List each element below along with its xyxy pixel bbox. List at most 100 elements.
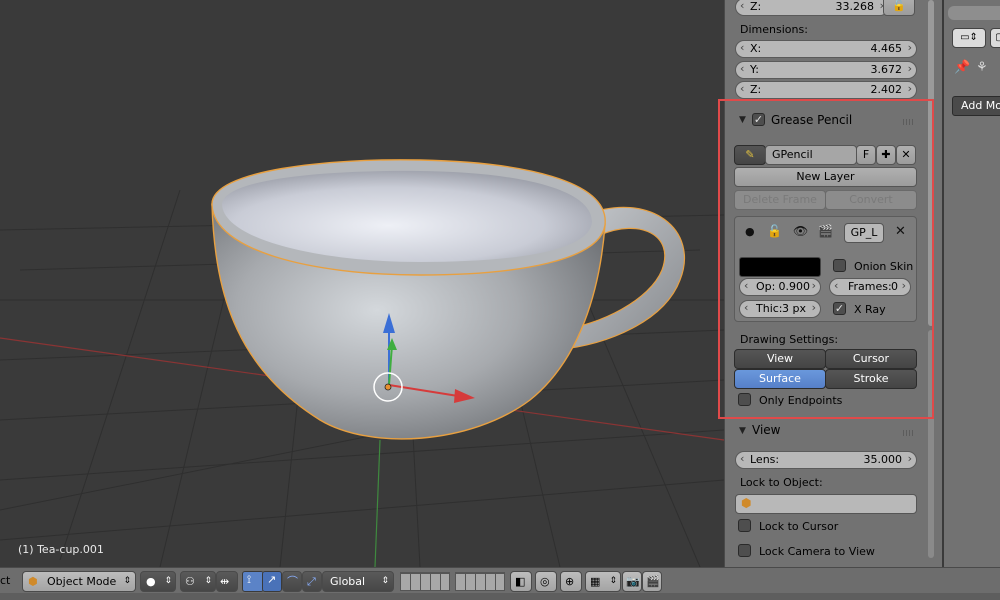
view-collapse-triangle-icon[interactable]: ▼ <box>739 426 746 436</box>
clapboard-icon: 🎬 <box>646 575 660 588</box>
only-endpoints-checkbox[interactable] <box>738 393 751 406</box>
layer-lock-button[interactable]: ◧ <box>510 571 532 592</box>
arrow-icon: ↗ <box>267 573 277 586</box>
shading-dropdown[interactable]: ● ⇕ <box>140 571 176 592</box>
snap-toggle-button[interactable]: ⊕ <box>560 571 582 592</box>
mode-dropdown[interactable]: ⬢ Object Mode ⇕ <box>22 571 136 592</box>
gpencil-name-field[interactable]: GPencil <box>765 145 857 165</box>
opacity-field[interactable]: Op: 0.900 <box>739 278 821 296</box>
lock-to-cursor-checkbox[interactable] <box>738 519 751 532</box>
dropdown-arrows-icon: ⇕ <box>164 576 172 586</box>
sliver-header-bar[interactable] <box>948 6 1000 20</box>
dimension-y-field[interactable]: Y: 3.672 <box>735 61 917 79</box>
panel-grip-icon[interactable] <box>903 119 915 125</box>
layer-grid-1[interactable] <box>400 572 450 591</box>
y-axis-line <box>374 439 381 567</box>
layer-grid-2[interactable] <box>455 572 505 591</box>
onion-skin-label: Onion Skin <box>854 260 914 273</box>
render-camera-button[interactable]: 📷 <box>622 571 642 592</box>
location-z-field[interactable]: Z: 33.268 <box>735 0 889 16</box>
dropdown-arrows-icon: ⇕ <box>381 576 389 586</box>
pivot-dropdown[interactable]: ⚇ ⇕ <box>180 571 216 592</box>
translate-manipulator-button[interactable]: ↗ <box>262 571 282 592</box>
scale-icon: ⤢ <box>307 575 316 588</box>
eye-icon[interactable]: 👁 <box>793 224 808 238</box>
pin-icon[interactable]: 📌 <box>954 60 970 75</box>
lock-icon: 🔓 <box>892 0 906 12</box>
dimensions-label: Dimensions: <box>740 23 808 36</box>
view-panel-grip-icon[interactable] <box>903 430 915 436</box>
grease-pencil-header[interactable]: Grease Pencil <box>771 113 852 127</box>
unlock-icon[interactable]: 🔓 <box>767 224 782 238</box>
draw-cursor-button[interactable]: Cursor <box>825 349 917 369</box>
xray-checkbox[interactable]: ✓ <box>833 302 846 315</box>
circle-icon: ◎ <box>540 575 550 588</box>
add-datablock-button[interactable]: ✚ <box>876 145 896 165</box>
draw-surface-button[interactable]: Surface <box>734 369 826 389</box>
scale-manipulator-button[interactable]: ⤢ <box>302 571 322 592</box>
lock-to-object-label: Lock to Object: <box>740 476 823 489</box>
delete-frame-button[interactable]: Delete Frame <box>734 190 826 210</box>
new-layer-button[interactable]: New Layer <box>734 167 917 187</box>
cube-icon: ⬢ <box>28 575 38 588</box>
render-anim-button[interactable]: 🎬 <box>642 571 662 592</box>
arc-icon: ⌒ <box>287 575 298 588</box>
lock-object-field[interactable]: ⬢ <box>735 494 917 514</box>
magnet-icon: ⊕ <box>565 575 575 588</box>
pencil-icon: ✎ <box>745 148 755 161</box>
close-icon: ✕ <box>901 148 911 161</box>
dropdown-arrows-icon: ⇕ <box>609 576 617 586</box>
remove-layer-icon[interactable]: ✕ <box>895 224 906 239</box>
lock-icon-button[interactable]: 🔓 <box>883 0 915 16</box>
lock-camera-label: Lock Camera to View <box>759 545 875 558</box>
unlink-datablock-button[interactable]: ✕ <box>896 145 916 165</box>
context-button[interactable]: ▢ <box>990 28 1000 48</box>
manipulator-toggle[interactable]: ⟟ <box>242 571 264 592</box>
pivot-align-button[interactable]: ⇹ <box>216 571 238 592</box>
pencil-datablock-browse[interactable]: ✎ <box>734 145 766 165</box>
lock-camera-checkbox[interactable] <box>738 544 751 557</box>
thickness-field[interactable]: Thic: 3 px <box>739 300 821 318</box>
collapse-triangle-icon[interactable]: ▼ <box>739 115 746 125</box>
viewport-scene <box>0 159 724 567</box>
dimension-z-field[interactable]: Z: 2.402 <box>735 81 917 99</box>
clapboard-icon[interactable]: 🎬 <box>818 224 833 238</box>
editor-type-button[interactable]: ▭⇕ <box>952 28 986 48</box>
grease-pencil-enable-checkbox[interactable]: ✓ <box>752 113 765 126</box>
dimension-x-field[interactable]: X: 4.465 <box>735 40 917 58</box>
solid-sphere-icon: ● <box>146 575 156 588</box>
scrollbar-track[interactable] <box>928 330 934 558</box>
properties-editor-sliver: ▭⇕ ▢ 📌 ⚘ Add Mod <box>942 0 1000 567</box>
orientation-dropdown[interactable]: Global ⇕ <box>322 571 394 592</box>
rotate-manipulator-button[interactable]: ⌒ <box>282 571 302 592</box>
3d-viewport[interactable]: (1) Tea-cup.001 <box>0 0 724 567</box>
bottom-edge-strip <box>0 593 1000 600</box>
view-panel-header[interactable]: View <box>752 423 780 437</box>
align-icon: ⇹ <box>220 575 230 588</box>
frames-field[interactable]: Frames: 0 <box>829 278 911 296</box>
panel-scrollbar[interactable] <box>926 0 936 560</box>
dropdown-arrows-icon: ⇕ <box>204 576 212 586</box>
xray-label: X Ray <box>854 303 886 316</box>
cube-icon: ⬢ <box>741 496 752 510</box>
fake-user-button[interactable]: F <box>856 145 876 165</box>
plus-icon: ✚ <box>881 148 891 161</box>
lens-field[interactable]: Lens: 35.000 <box>735 451 917 469</box>
draw-view-button[interactable]: View <box>734 349 826 369</box>
onion-skin-checkbox[interactable] <box>833 259 846 272</box>
toolbar-edge-text: ct <box>0 574 11 587</box>
layer-name-field[interactable]: GP_L <box>844 223 884 243</box>
camera-icon: 📷 <box>626 575 640 588</box>
layers-icon: ◧ <box>515 575 526 588</box>
active-layer-dot-icon[interactable]: ● <box>745 225 755 238</box>
proportional-edit-button[interactable]: ◎ <box>535 571 557 592</box>
properties-panel: Z: 33.268 🔓 Dimensions: X: 4.465 Y: 3.67… <box>724 0 942 567</box>
add-modifier-button[interactable]: Add Mod <box>952 96 1000 116</box>
convert-button[interactable]: Convert <box>825 190 917 210</box>
stroke-color-swatch[interactable] <box>739 257 821 277</box>
only-endpoints-label: Only Endpoints <box>759 394 843 407</box>
draw-stroke-button[interactable]: Stroke <box>825 369 917 389</box>
snap-element-dropdown[interactable]: ▦ ⇕ <box>585 571 621 592</box>
scrollbar-thumb[interactable] <box>928 0 934 326</box>
context-icon: ▢ <box>995 32 1000 43</box>
